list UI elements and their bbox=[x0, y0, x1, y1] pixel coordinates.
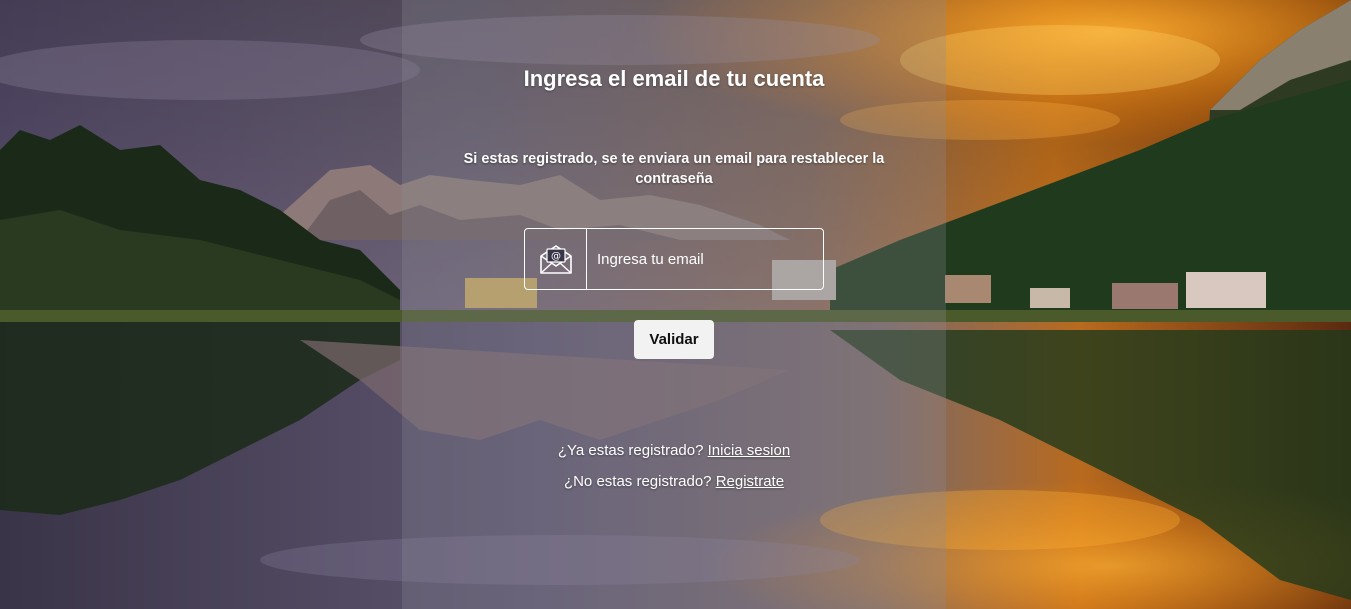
envelope-at-icon: @ bbox=[539, 245, 572, 274]
page-title: Ingresa el email de tu cuenta bbox=[523, 66, 825, 91]
login-prompt: ¿Ya estas registrado? bbox=[557, 442, 704, 459]
login-link[interactable]: Inicia sesion bbox=[708, 442, 791, 459]
page-subtitle: Si estas registrado, se te enviara un em… bbox=[463, 151, 885, 187]
email-icon-box: @ bbox=[525, 229, 587, 289]
register-prompt: ¿No estas registrado? bbox=[563, 473, 712, 490]
email-input-group: @ bbox=[524, 228, 824, 290]
svg-text:@: @ bbox=[551, 251, 561, 262]
register-link-line: ¿No estas registrado? Registrate bbox=[402, 473, 946, 490]
email-input[interactable] bbox=[587, 229, 823, 289]
login-background-scene: Ingresa el email de tu cuenta Si estas r… bbox=[0, 0, 1351, 609]
validate-button[interactable]: Validar bbox=[634, 320, 714, 359]
login-link-line: ¿Ya estas registrado? Inicia sesion bbox=[402, 442, 946, 459]
register-link[interactable]: Registrate bbox=[716, 473, 784, 490]
